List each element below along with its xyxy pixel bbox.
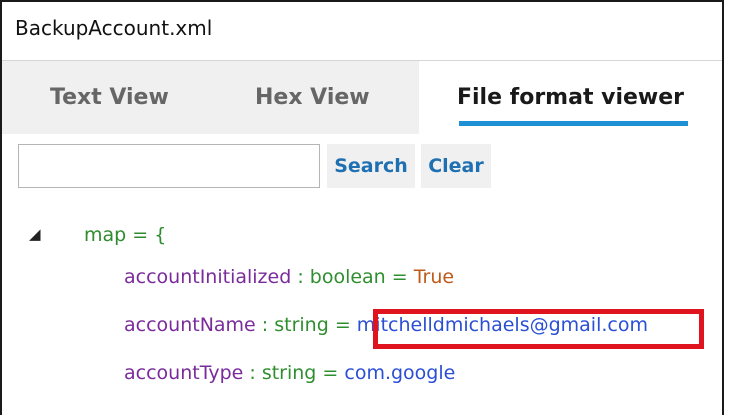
- tab-strip: Text View Hex View File format viewer: [2, 61, 722, 134]
- tree-item-account-type[interactable]: accountType : string = com.google: [124, 362, 455, 384]
- active-tab-indicator: [459, 121, 688, 126]
- equals-sign: =: [385, 266, 414, 288]
- window-title: BackupAccount.xml: [15, 16, 213, 40]
- tree-item-account-initialized[interactable]: accountInitialized : boolean = True: [124, 266, 454, 288]
- tab-text-view[interactable]: Text View: [50, 61, 169, 134]
- equals-sign: =: [316, 362, 345, 384]
- title-bar: BackupAccount.xml: [2, 2, 722, 61]
- property-name: accountName: [124, 314, 256, 336]
- root-node-text: map = {: [84, 224, 167, 246]
- property-name: accountInitialized: [124, 266, 292, 288]
- structure-tree: ◢ map = { accountInitialized : boolean = …: [2, 200, 722, 419]
- type-separator: :: [291, 266, 310, 288]
- property-type: string: [274, 314, 329, 336]
- type-separator: :: [243, 362, 262, 384]
- search-toolbar: Search Clear: [2, 134, 722, 200]
- property-type: string: [261, 362, 317, 384]
- property-name: accountType: [124, 362, 244, 384]
- search-button[interactable]: Search: [327, 144, 415, 188]
- triangle-down-icon[interactable]: ◢: [29, 225, 49, 243]
- tab-hex-view[interactable]: Hex View: [255, 61, 370, 134]
- tab-file-format-viewer-label: File format viewer: [456, 85, 685, 110]
- window: BackupAccount.xml Text View Hex View Fil…: [0, 0, 724, 415]
- tree-root-row[interactable]: ◢ map = {: [29, 224, 166, 246]
- property-value: com.google: [344, 362, 456, 384]
- highlight-box: [373, 309, 704, 349]
- type-separator: :: [255, 314, 275, 336]
- property-type: boolean: [309, 266, 386, 288]
- clear-button[interactable]: Clear: [421, 144, 491, 188]
- property-value: True: [413, 266, 455, 288]
- search-input[interactable]: [18, 144, 320, 188]
- equals-sign: =: [328, 314, 357, 336]
- tab-file-format-viewer[interactable]: File format viewer: [419, 61, 722, 134]
